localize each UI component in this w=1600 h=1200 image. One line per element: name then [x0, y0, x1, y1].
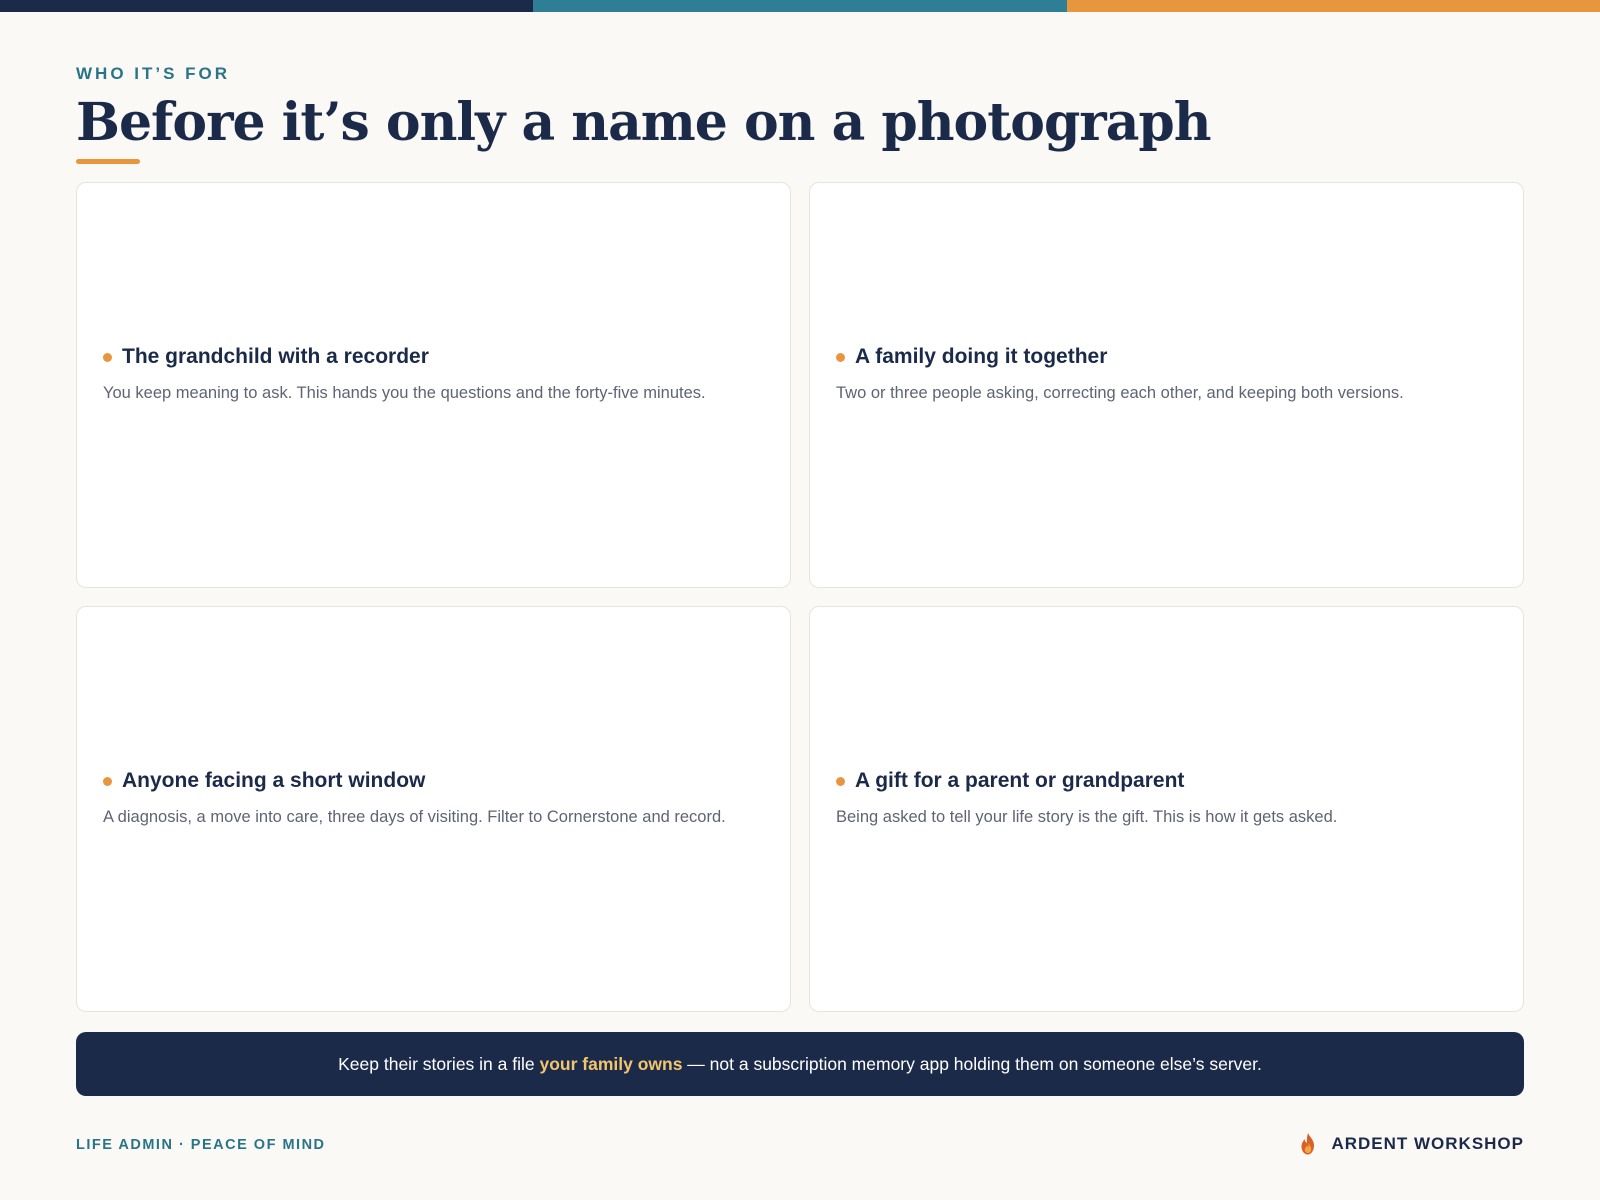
audience-card-gift: A gift for a parent or grandparent Being…: [809, 606, 1524, 1012]
bullet-dot-icon: [103, 776, 112, 786]
audience-cards-grid: The grandchild with a recorder You keep …: [76, 182, 1524, 1014]
banner-text-after: — not a subscription memory app holding …: [682, 1053, 1262, 1074]
ownership-banner: Keep their stories in a file your family…: [76, 1032, 1524, 1096]
flame-icon: [1301, 1133, 1315, 1155]
card-title: Anyone facing a short window: [122, 769, 426, 792]
card-title: A gift for a parent or grandparent: [855, 769, 1185, 792]
audience-card-grandchild: The grandchild with a recorder You keep …: [76, 182, 791, 588]
footer-brand: ARDENT WORKSHOP: [1297, 1132, 1524, 1156]
top-bar-teal-segment: [533, 0, 1067, 12]
card-description: Being asked to tell your life story is t…: [836, 808, 1338, 826]
audience-card-family: A family doing it together Two or three …: [809, 182, 1524, 588]
bullet-dot-icon: [836, 776, 845, 786]
top-color-bar: [0, 0, 1600, 12]
card-title: A family doing it together: [855, 345, 1108, 368]
footer-tagline: LIFE ADMIN · PEACE OF MIND: [76, 1137, 326, 1153]
audience-card-short-window: Anyone facing a short window A diagnosis…: [76, 606, 791, 1012]
title-underline: [76, 159, 140, 164]
banner-text-before: Keep their stories in a file: [338, 1053, 540, 1074]
brand-name: ARDENT WORKSHOP: [1331, 1134, 1524, 1153]
page-title: Before it’s only a name on a photograph: [76, 92, 1212, 153]
bullet-dot-icon: [103, 352, 112, 362]
bullet-dot-icon: [836, 352, 845, 362]
banner-highlight: your family owns: [539, 1053, 683, 1074]
card-description: Two or three people asking, correcting e…: [836, 384, 1404, 402]
card-title: The grandchild with a recorder: [122, 345, 429, 368]
card-description: A diagnosis, a move into care, three day…: [103, 808, 726, 826]
section-eyebrow: WHO IT’S FOR: [76, 64, 231, 83]
top-bar-orange-segment: [1066, 0, 1600, 12]
card-description: You keep meaning to ask. This hands you …: [103, 384, 706, 402]
top-bar-navy-segment: [0, 0, 534, 12]
